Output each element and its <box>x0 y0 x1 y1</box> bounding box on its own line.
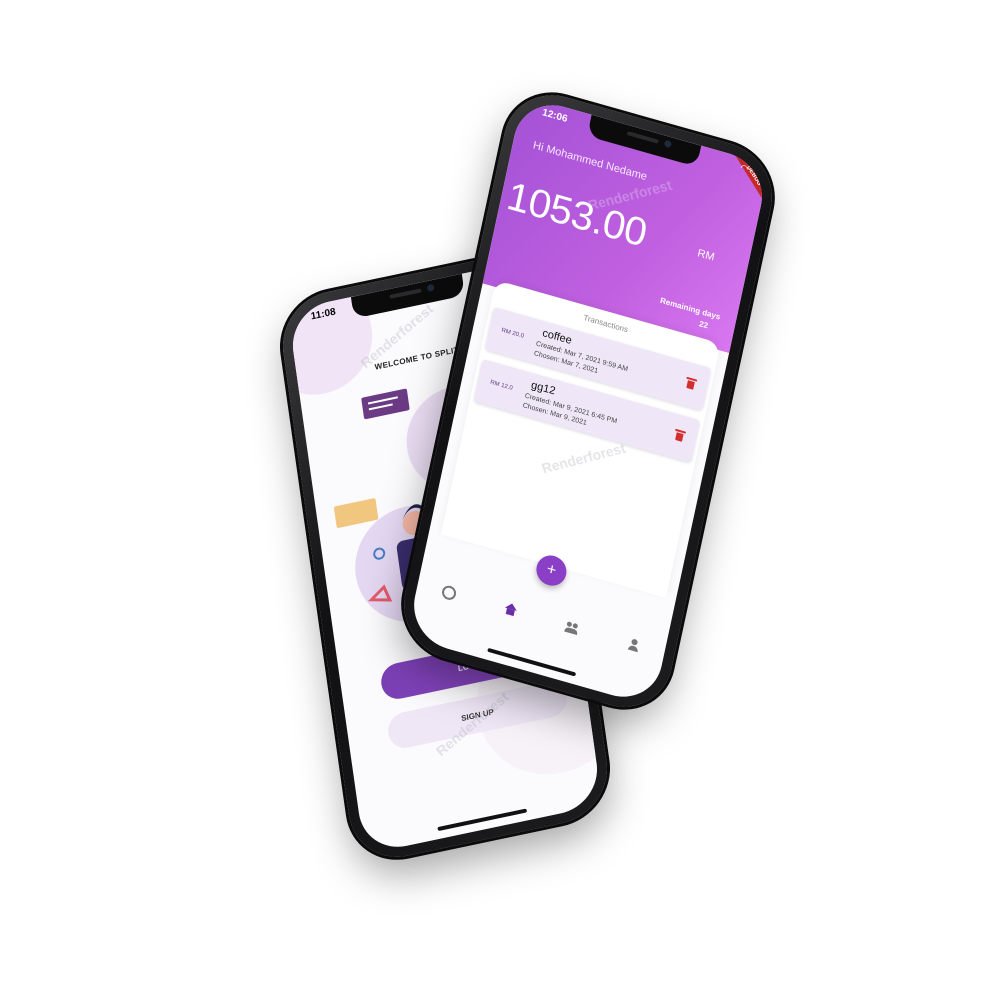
currency-label: RM <box>696 247 716 264</box>
chart-icon[interactable] <box>440 583 457 602</box>
home-indicator <box>487 647 577 677</box>
home-screen: Hi Mohammed Nedame 1053.00 RM Remaining … <box>406 95 770 707</box>
phone-home: Hi Mohammed Nedame 1053.00 RM Remaining … <box>394 83 782 719</box>
balance-amount: 1053.00 <box>503 174 651 256</box>
delete-icon[interactable] <box>674 428 687 442</box>
person-icon[interactable] <box>625 636 642 653</box>
home-icon[interactable] <box>502 601 519 618</box>
remaining-days-value: 22 <box>698 319 709 331</box>
transaction-amount: RM 20.0 <box>500 327 525 340</box>
group-icon[interactable] <box>564 619 581 636</box>
remaining-days-label: Remaining days <box>659 295 722 322</box>
notch <box>350 273 465 319</box>
delete-icon[interactable] <box>685 376 698 390</box>
home-indicator <box>437 808 528 832</box>
transaction-amount: RM 12.0 <box>489 379 514 392</box>
